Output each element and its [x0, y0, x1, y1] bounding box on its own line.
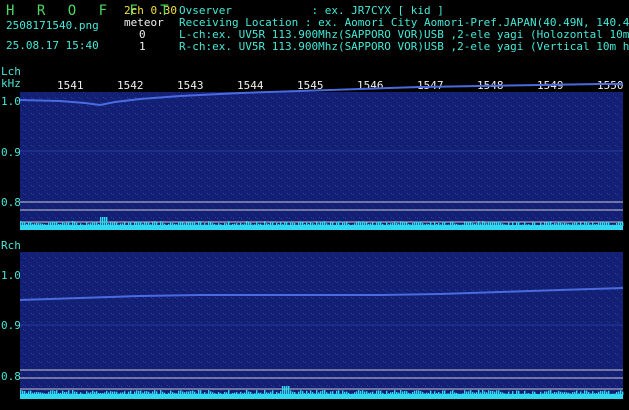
- rch-panel: [19, 252, 624, 399]
- spectrogram-graphics: [19, 83, 624, 399]
- lch-panel: [19, 83, 624, 230]
